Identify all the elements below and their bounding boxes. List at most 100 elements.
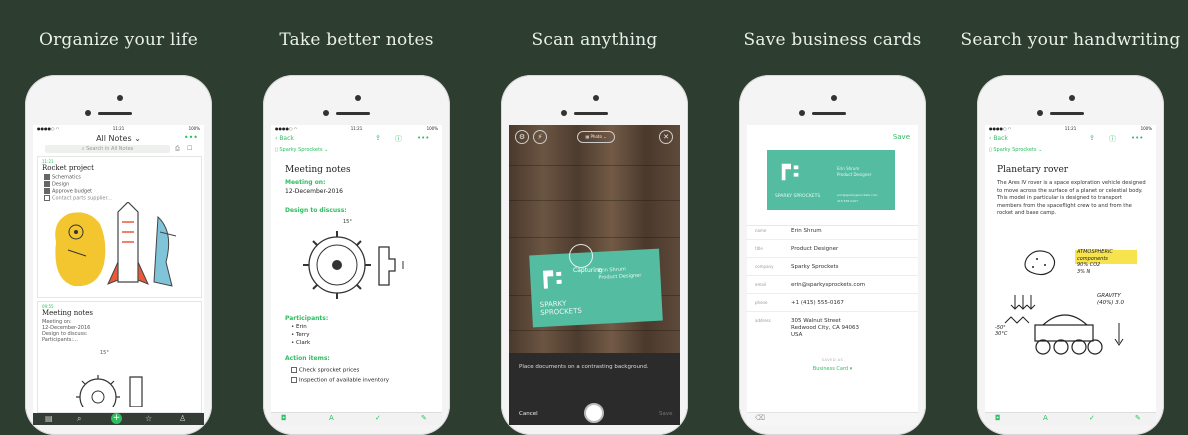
status-battery: 100%: [1140, 126, 1152, 131]
sketch-label: 15°: [100, 350, 109, 356]
meeting-label: Meeting on:: [285, 179, 326, 186]
status-bar: ●●●●○ ◠ 11:21 100%: [271, 125, 442, 132]
caption: Search your handwriting: [960, 30, 1181, 50]
card-name: Erin Shrum: [837, 166, 860, 171]
capture-progress-icon: [569, 244, 593, 268]
save-type-select[interactable]: Business Card ▾: [747, 366, 918, 372]
scan-icon[interactable]: ⎙: [175, 145, 180, 153]
screen: ●●●●○ ◠ 11:21 100% All Notes ⌄ ••• ⌕ Sea…: [33, 125, 204, 425]
speaker-slot: [336, 112, 370, 115]
pen-icon[interactable]: ✎: [1135, 414, 1141, 422]
field-label: email: [755, 282, 767, 287]
checklist-item[interactable]: Design: [44, 181, 69, 188]
more-icon[interactable]: •••: [417, 134, 429, 142]
checklist-item[interactable]: Contact parts supplier...: [44, 195, 112, 202]
search-tab-icon[interactable]: ⌕: [77, 414, 81, 424]
checkmark-icon[interactable]: ✓: [375, 414, 381, 422]
back-button[interactable]: ‹ Back: [275, 135, 294, 142]
notebook-selector[interactable]: ▯ Sparky Sprockets ⌄: [989, 147, 1042, 153]
screen: ●●●●○ ◠ 11:21 100% ‹ Back ⇪ ⓘ ••• ▯ Spar…: [985, 125, 1156, 425]
share-icon[interactable]: ⇪: [1089, 134, 1095, 142]
handwriting-temperature: -50° 30°C: [995, 325, 1008, 337]
text-format-icon[interactable]: A: [1043, 414, 1048, 422]
status-battery: 100%: [426, 126, 438, 131]
share-icon[interactable]: ⇪: [375, 134, 381, 142]
editor-toolbar: ◘ A ✓ ✎: [271, 412, 442, 425]
checklist-item[interactable]: Approve budget: [44, 188, 92, 195]
field-value-address[interactable]: 305 Walnut Street Redwood City, CA 94063…: [791, 318, 859, 339]
panel-organize: Organize your life ●●●●○ ◠ 11:21 100% Al…: [0, 0, 237, 435]
note-body[interactable]: The Ares IV rover is a space exploration…: [997, 180, 1147, 218]
speaker-slot: [812, 112, 846, 115]
action-item[interactable]: Inspection of available inventory: [291, 377, 389, 384]
divider: [747, 293, 918, 294]
checkmark-icon[interactable]: ✓: [1089, 414, 1095, 422]
note-card[interactable]: 09:55 Meeting notes Meeting on: 12-Decem…: [37, 301, 202, 413]
cancel-button[interactable]: Cancel: [519, 411, 538, 417]
phone-frame: ●●●●○ ◠ 11:21 100% ‹ Back ⇪ ⓘ ••• ▯ Spar…: [263, 75, 450, 435]
back-button[interactable]: ‹ Back: [989, 135, 1008, 142]
notebook-selector[interactable]: ▯ Sparky Sprockets ⌄: [275, 147, 328, 153]
star-tab-icon[interactable]: ☆: [145, 414, 152, 423]
checkbox-unchecked[interactable]: [291, 377, 297, 383]
text-format-icon[interactable]: A: [329, 414, 334, 422]
checkbox-checked[interactable]: [44, 188, 50, 194]
camera-mode-select[interactable]: ▦ Photo ⌄: [577, 131, 615, 143]
checkbox-checked[interactable]: [44, 174, 50, 180]
phone-frame: ●●●●○ ◠ 11:21 100% ‹ Back ⇪ ⓘ ••• ▯ Spar…: [977, 75, 1164, 435]
checklist-item[interactable]: Schematics: [44, 174, 81, 181]
field-value-phone[interactable]: +1 (415) 555-0167: [791, 300, 844, 306]
sprocket-logo-icon: [543, 270, 562, 289]
field-label: company: [755, 264, 774, 269]
shutter-button[interactable]: [584, 403, 604, 423]
action-item[interactable]: Check sprocket prices: [291, 367, 359, 374]
more-icon[interactable]: •••: [184, 133, 198, 142]
note-title[interactable]: Meeting notes: [285, 165, 351, 175]
card-phone: 415.555.0167: [837, 199, 858, 203]
more-icon[interactable]: •••: [1131, 134, 1143, 142]
search-input[interactable]: ⌕ Search in All Notes: [45, 145, 170, 153]
caption: Organize your life: [38, 30, 199, 50]
notes-tab-icon[interactable]: ▤: [45, 414, 53, 423]
field-label: title: [755, 246, 763, 251]
page-title[interactable]: All Notes ⌄: [33, 134, 204, 143]
save-button[interactable]: Save: [659, 411, 673, 417]
info-icon[interactable]: ⓘ: [1109, 134, 1116, 144]
shortcuts-icon[interactable]: ☐: [187, 145, 192, 152]
info-icon[interactable]: ⓘ: [395, 134, 402, 144]
field-label: address: [755, 318, 771, 323]
field-value-title[interactable]: Product Designer: [791, 246, 838, 252]
trash-icon[interactable]: ⌫: [755, 414, 765, 422]
settings-icon[interactable]: ⚙: [515, 130, 529, 144]
panel-business-cards: Save business cards Save Erin Shrum Prod…: [714, 0, 951, 435]
field-value-company[interactable]: Sparky Sprockets: [791, 264, 839, 270]
note-card[interactable]: 11:21 Rocket project Schematics Design A…: [37, 156, 202, 298]
note-title[interactable]: Planetary rover: [997, 165, 1068, 175]
account-tab-icon[interactable]: ♙: [179, 414, 186, 423]
gear-sketch-icon: [76, 375, 143, 407]
status-battery: 100%: [188, 126, 200, 131]
card-email: erin@sparkysprockets.com: [837, 193, 878, 197]
pen-icon[interactable]: ✎: [421, 414, 427, 422]
checkbox-unchecked[interactable]: [44, 195, 50, 201]
field-value-email[interactable]: erin@sparkysprockets.com: [791, 282, 865, 288]
speaker-slot: [98, 112, 132, 115]
save-button[interactable]: Save: [893, 133, 910, 141]
participants-label: Participants:: [285, 315, 329, 322]
front-camera: [1037, 110, 1043, 116]
speaker-slot: [574, 112, 608, 115]
sprocket-logo-icon: [781, 163, 799, 181]
camera-icon[interactable]: ◘: [281, 414, 287, 422]
phone-frame: ●●●●○ ◠ 11:21 100% All Notes ⌄ ••• ⌕ Sea…: [25, 75, 212, 435]
status-time: 11:21: [350, 126, 363, 131]
editor-toolbar: ◘ A ✓ ✎: [985, 412, 1156, 425]
rocket-sketch-icon: [55, 202, 177, 287]
screen: Save Erin Shrum Product Designer SPARKY …: [747, 125, 918, 425]
field-value-name[interactable]: Erin Shrum: [791, 228, 822, 234]
checkbox-checked[interactable]: [44, 181, 50, 187]
flash-icon[interactable]: ⚡: [533, 130, 547, 144]
camera-icon[interactable]: ◘: [995, 414, 1001, 422]
close-icon[interactable]: ✕: [659, 130, 673, 144]
checkbox-unchecked[interactable]: [291, 367, 297, 373]
app-store-strip: Organize your life ●●●●○ ◠ 11:21 100% Al…: [0, 0, 1188, 435]
